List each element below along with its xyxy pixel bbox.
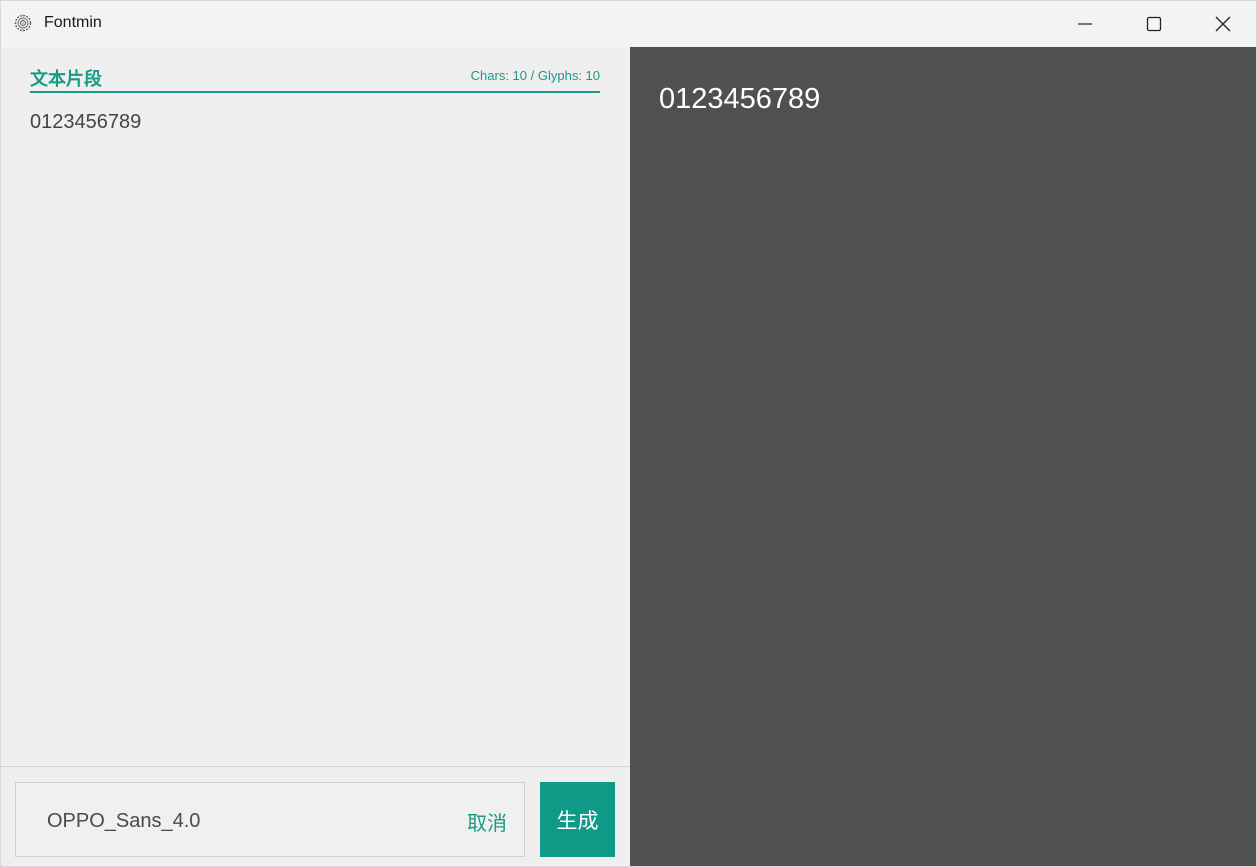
close-icon xyxy=(1215,16,1231,32)
font-file-name: OPPO_Sans_4.0 xyxy=(47,810,201,832)
preview-panel: 0123456789 xyxy=(630,47,1256,866)
char-glyph-counter: Chars: 10 / Glyphs: 10 xyxy=(470,68,600,83)
editor-panel: 文本片段 Chars: 10 / Glyphs: 10 0123456789 O… xyxy=(1,47,630,866)
preview-text: 0123456789 xyxy=(659,83,821,115)
text-snippet-input[interactable]: 0123456789 xyxy=(30,111,600,751)
app-window: Fontmin 文本片段 Chars: 10 / Glyphs: 10 0123… xyxy=(0,0,1257,867)
section-underline xyxy=(30,91,600,93)
maximize-button[interactable] xyxy=(1119,1,1189,47)
close-button[interactable] xyxy=(1188,1,1256,47)
fontmin-gear-icon xyxy=(13,13,33,33)
footer-divider xyxy=(1,766,630,767)
section-title: 文本片段 xyxy=(30,69,102,90)
minimize-icon xyxy=(1078,23,1092,25)
generate-button[interactable]: 生成 xyxy=(540,782,615,857)
font-file-field[interactable]: OPPO_Sans_4.0 取消 xyxy=(15,782,525,857)
title-bar[interactable]: Fontmin xyxy=(1,1,1256,47)
window-title: Fontmin xyxy=(44,14,102,31)
maximize-icon xyxy=(1146,16,1162,32)
cancel-button[interactable]: 取消 xyxy=(467,807,507,836)
minimize-button[interactable] xyxy=(1050,1,1120,47)
